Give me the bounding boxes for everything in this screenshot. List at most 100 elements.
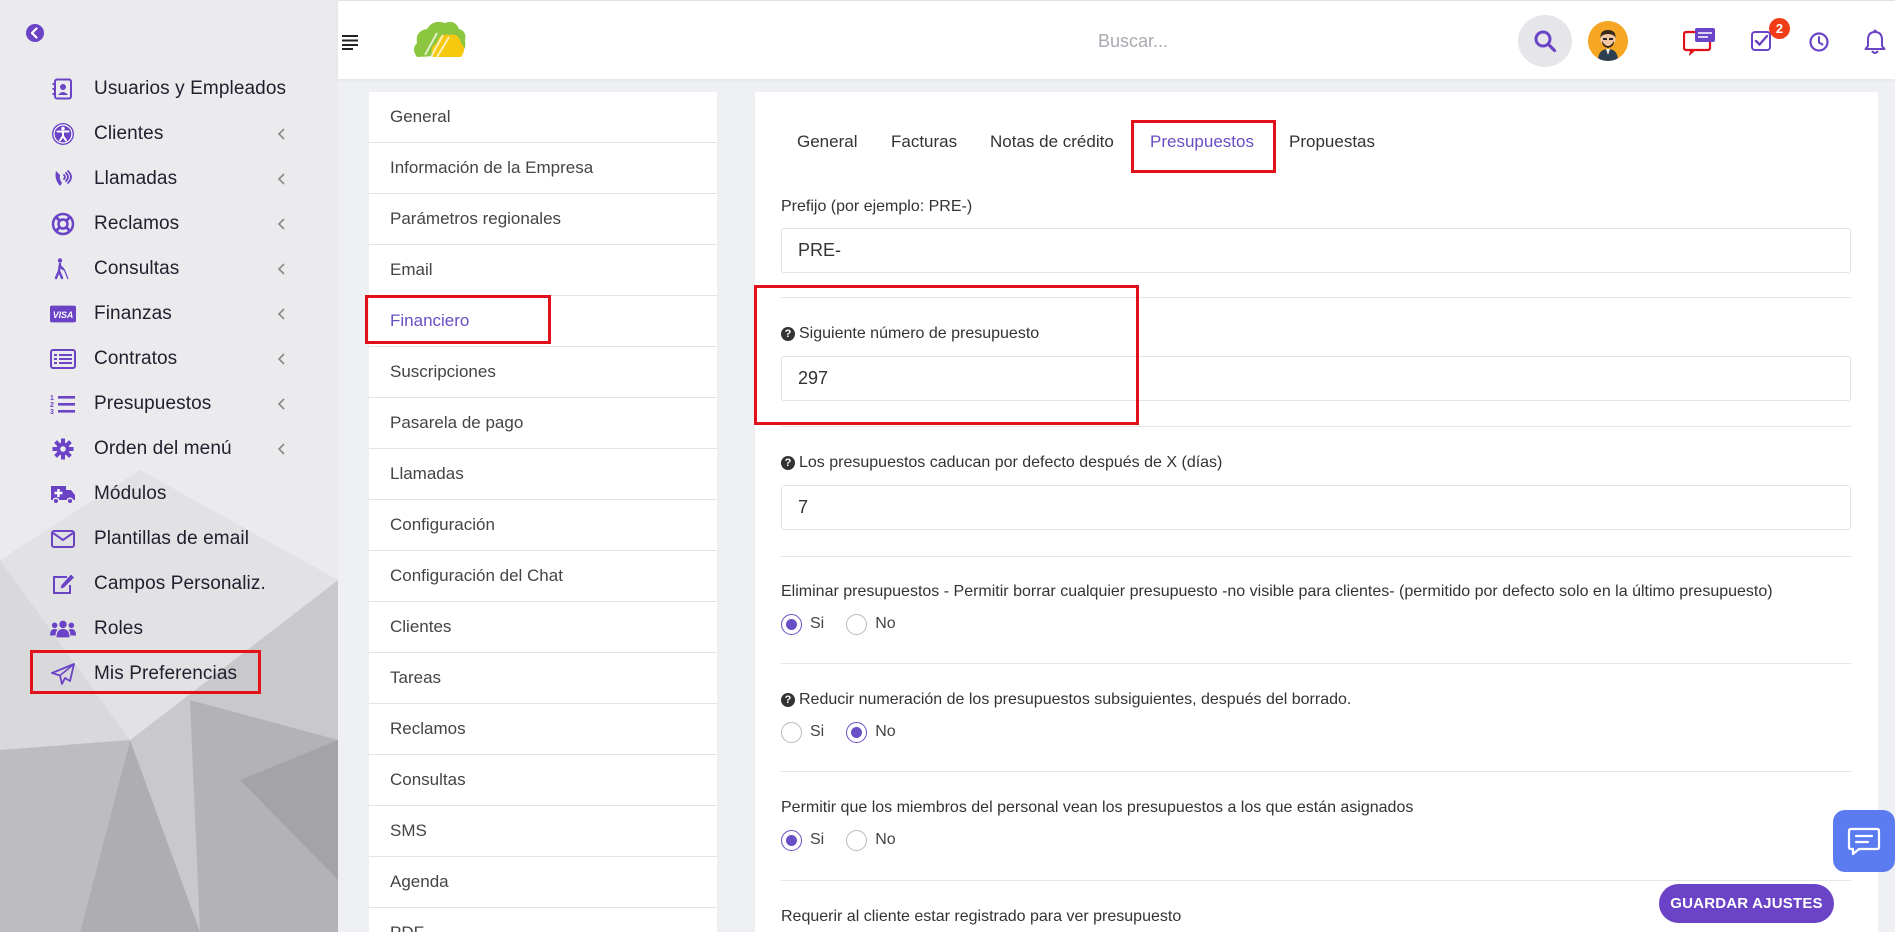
sidebar-item-plantillas-email[interactable]: Plantillas de email xyxy=(0,516,338,561)
tab-propuestas[interactable]: Propuestas xyxy=(1289,132,1375,152)
settings-nav-clientes[interactable]: Clientes xyxy=(369,602,717,653)
universal-access-icon xyxy=(50,122,76,146)
tab-facturas[interactable]: Facturas xyxy=(891,132,957,152)
reduce-numbering-label-text: Reducir numeración de los presupuestos s… xyxy=(799,691,1352,708)
radio-label-yes: Si xyxy=(810,723,825,740)
sidebar-item-label: Presupuestos xyxy=(94,393,212,414)
settings-nav-email[interactable]: Email xyxy=(369,245,717,296)
delete-estimates-yes-radio[interactable] xyxy=(781,613,802,635)
reduce-numbering-radio-group: Si No xyxy=(781,721,918,743)
sidebar-item-label: Finanzas xyxy=(94,303,172,324)
sidebar-item-label: Módulos xyxy=(94,483,167,504)
sidebar-item-label: Contratos xyxy=(94,348,178,369)
next-number-input[interactable] xyxy=(781,356,1851,401)
save-settings-button[interactable]: GUARDAR AJUSTES xyxy=(1659,884,1834,923)
radio-label-no: No xyxy=(875,723,896,740)
chat-notifications-icon[interactable] xyxy=(1682,25,1718,59)
settings-nav-consultas[interactable]: Consultas xyxy=(369,755,717,806)
tab-general[interactable]: General xyxy=(797,132,857,152)
sidebar-item-llamadas[interactable]: Llamadas xyxy=(0,156,338,201)
bell-icon[interactable] xyxy=(1862,28,1888,56)
sidebar-item-roles[interactable]: Roles xyxy=(0,606,338,651)
sidebar-item-campos-personalizados[interactable]: Campos Personaliz. xyxy=(0,561,338,606)
collapse-sidebar-icon[interactable] xyxy=(25,23,45,43)
gear-icon xyxy=(50,437,76,461)
sidebar: Usuarios y Empleados Clientes Llamadas R… xyxy=(0,0,338,932)
sidebar-item-consultas[interactable]: Consultas xyxy=(0,246,338,291)
settings-nav-configuracion[interactable]: Configuración xyxy=(369,500,717,551)
settings-nav-reclamos[interactable]: Reclamos xyxy=(369,704,717,755)
logo[interactable] xyxy=(411,17,467,61)
settings-nav-financiero[interactable]: Financiero xyxy=(369,296,717,347)
require-login-label: Requerir al cliente estar registrado par… xyxy=(781,908,1182,925)
settings-nav-llamadas[interactable]: Llamadas xyxy=(369,449,717,500)
chevron-left-icon xyxy=(276,396,288,412)
svg-text:2: 2 xyxy=(50,402,54,409)
svg-text:VISA: VISA xyxy=(53,310,74,320)
visa-card-icon: VISA xyxy=(50,302,76,326)
tab-presupuestos[interactable]: Presupuestos xyxy=(1150,132,1254,152)
prefix-input[interactable] xyxy=(781,228,1851,273)
settings-nav-parametros-regionales[interactable]: Parámetros regionales xyxy=(369,194,717,245)
divider xyxy=(781,663,1851,664)
settings-nav-label: PDF xyxy=(390,923,424,932)
chevron-left-icon xyxy=(276,171,288,187)
settings-nav-pasarela-pago[interactable]: Pasarela de pago xyxy=(369,398,717,449)
chat-bubble-icon xyxy=(1847,825,1881,857)
sidebar-item-presupuestos[interactable]: 123 Presupuestos xyxy=(0,381,338,426)
sidebar-item-label: Clientes xyxy=(94,123,164,144)
chevron-left-icon xyxy=(276,306,288,322)
settings-nav-label: General xyxy=(390,107,451,126)
sidebar-item-label: Roles xyxy=(94,618,144,639)
expiry-days-input[interactable] xyxy=(781,485,1851,530)
settings-nav-pdf[interactable]: PDF xyxy=(369,908,717,932)
sidebar-item-label: Reclamos xyxy=(94,213,180,234)
settings-nav-configuracion-chat[interactable]: Configuración del Chat xyxy=(369,551,717,602)
settings-nav-label: Pasarela de pago xyxy=(390,413,524,432)
staff-view-assigned-radio-group: Si No xyxy=(781,829,918,851)
search-input[interactable] xyxy=(1098,23,1428,59)
radio-label-no: No xyxy=(875,831,896,848)
settings-nav-informacion-empresa[interactable]: Información de la Empresa xyxy=(369,143,717,194)
expiry-days-label: ? Los presupuestos caducan por defecto de… xyxy=(781,454,1222,472)
sidebar-item-contratos[interactable]: Contratos xyxy=(0,336,338,381)
settings-nav-sms[interactable]: SMS xyxy=(369,806,717,857)
sidebar-item-orden-menu[interactable]: Orden del menú xyxy=(0,426,338,471)
sidebar-item-modulos[interactable]: Módulos xyxy=(0,471,338,516)
settings-nav-label: Información de la Empresa xyxy=(390,158,594,177)
delete-estimates-no-radio[interactable] xyxy=(846,613,868,635)
reduce-numbering-no-radio[interactable] xyxy=(846,721,868,743)
settings-nav-agenda[interactable]: Agenda xyxy=(369,857,717,908)
tab-notas-credito[interactable]: Notas de crédito xyxy=(990,132,1114,152)
clock-icon[interactable] xyxy=(1806,29,1832,55)
question-circle-icon: ? xyxy=(781,327,795,341)
staff-view-assigned-no-radio[interactable] xyxy=(846,829,868,851)
sidebar-item-finanzas[interactable]: VISA Finanzas xyxy=(0,291,338,336)
settings-nav-general[interactable]: General xyxy=(369,92,717,143)
chevron-left-icon xyxy=(276,351,288,367)
chat-widget-button[interactable] xyxy=(1833,810,1895,872)
settings-nav-label: Llamadas xyxy=(390,464,464,483)
hamburger-menu-icon[interactable] xyxy=(338,32,364,50)
sidebar-item-mis-preferencias[interactable]: Mis Preferencias xyxy=(0,651,338,696)
sidebar-item-reclamos[interactable]: Reclamos xyxy=(0,201,338,246)
blind-person-icon xyxy=(50,257,76,281)
settings-nav-tareas[interactable]: Tareas xyxy=(369,653,717,704)
divider xyxy=(781,426,1851,427)
reduce-numbering-yes-radio[interactable] xyxy=(781,721,802,743)
envelope-icon xyxy=(50,527,76,551)
settings-nav-label: Email xyxy=(390,260,433,279)
chevron-left-icon xyxy=(276,261,288,277)
divider xyxy=(781,297,1851,298)
sidebar-item-clientes[interactable]: Clientes xyxy=(0,111,338,156)
staff-view-assigned-yes-radio[interactable] xyxy=(781,829,802,851)
delete-estimates-label: Eliminar presupuestos - Permitir borrar … xyxy=(781,583,1773,600)
question-circle-icon: ? xyxy=(781,456,795,470)
search-button[interactable] xyxy=(1518,15,1572,67)
list-alt-icon xyxy=(50,347,76,371)
avatar[interactable] xyxy=(1588,21,1628,61)
settings-nav-suscripciones[interactable]: Suscripciones xyxy=(369,347,717,398)
next-number-label-text: Siguiente número de presupuesto xyxy=(799,325,1040,342)
sidebar-item-usuarios[interactable]: Usuarios y Empleados xyxy=(0,66,338,111)
tab-bar: General Facturas Notas de crédito Presup… xyxy=(755,92,1878,162)
